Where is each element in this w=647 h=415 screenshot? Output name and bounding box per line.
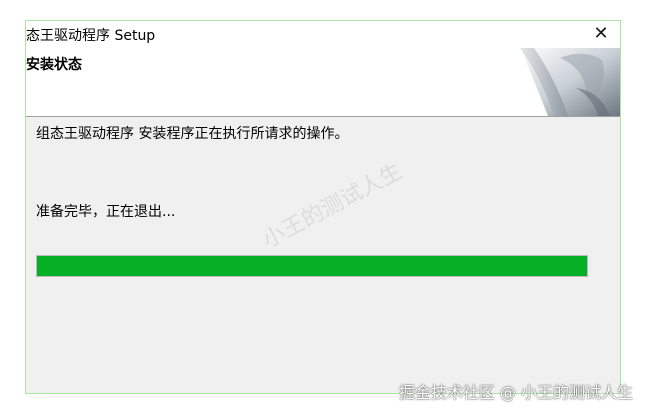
operation-message: 组态王驱动程序 安装程序正在执行所请求的操作。 bbox=[36, 126, 349, 142]
content-area: 组态王驱动程序 安装程序正在执行所请求的操作。 准备完毕，正在退出... bbox=[26, 117, 620, 393]
window-title: 态王驱动程序 Setup bbox=[26, 28, 156, 44]
footer-watermark: 掘金技术社区 @ 小王的测试人生 bbox=[398, 383, 633, 402]
progress-fill bbox=[37, 256, 587, 276]
close-button[interactable]: ✕ bbox=[588, 22, 614, 46]
page-curl-graphic bbox=[520, 48, 620, 116]
page-title: 安装状态 bbox=[26, 57, 82, 73]
close-icon: ✕ bbox=[593, 23, 609, 44]
status-text: 准备完毕，正在退出... bbox=[36, 204, 176, 220]
header-banner: 安装状态 bbox=[26, 48, 620, 117]
title-bar: 态王驱动程序 Setup ✕ bbox=[26, 21, 620, 48]
installer-window: 态王驱动程序 Setup ✕ 安装状态 组态王驱动程序 安装程序正在执行所请求的… bbox=[25, 20, 621, 394]
progress-bar bbox=[36, 255, 588, 277]
